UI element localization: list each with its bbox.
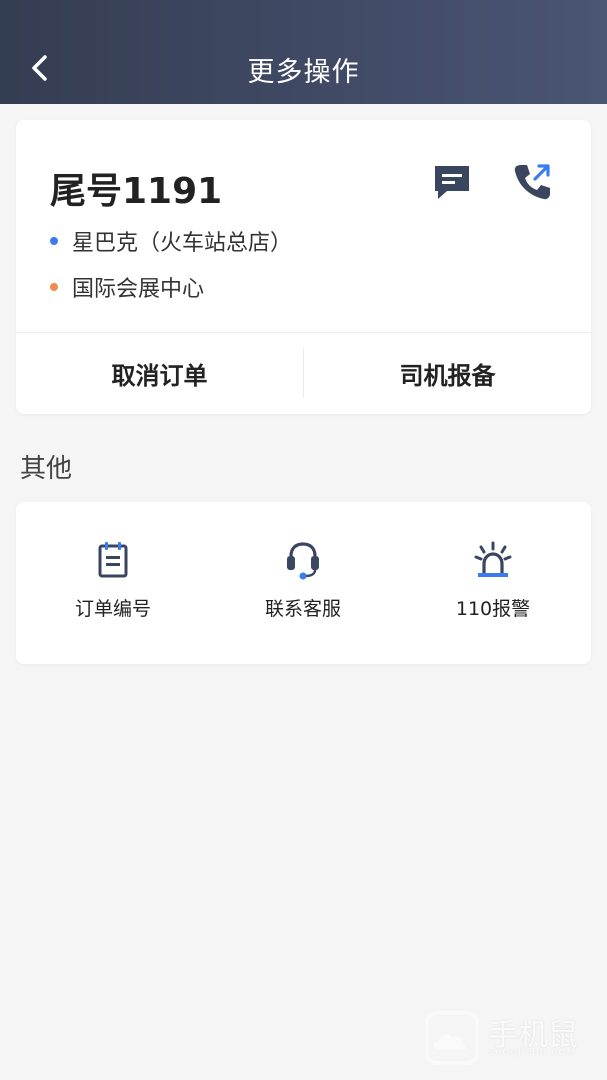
- alarm-icon: [474, 541, 512, 577]
- watermark-subtext: SHOUJISHU.COM: [488, 1048, 576, 1058]
- license-tail-number: 尾号1191: [50, 171, 223, 212]
- order-number-label: 订单编号: [74, 598, 151, 620]
- police-alarm-button[interactable]: 110报警: [398, 540, 588, 630]
- order-number-icon: [98, 542, 128, 578]
- page-title: 更多操作: [247, 57, 360, 88]
- watermark: 手机鼠 SHOUJISHU.COM: [424, 1008, 594, 1068]
- end-location-text: 国际会展中心: [72, 277, 205, 302]
- cancel-order-button[interactable]: 取消订单: [16, 333, 303, 414]
- phone-call-icon[interactable]: [512, 162, 552, 202]
- other-actions-card: 订单编号 联系客服 110报警: [16, 502, 591, 664]
- start-location: 星巴克（火车站总店）: [50, 226, 292, 256]
- message-icon[interactable]: [432, 162, 472, 202]
- driver-report-button[interactable]: 司机报备: [304, 333, 591, 414]
- end-dot: [50, 283, 58, 291]
- order-card: 尾号1191 星巴克（火车站总店） 国际会展中心 取消订单 司机报备: [16, 120, 591, 414]
- contact-service-button[interactable]: 联系客服: [208, 540, 398, 630]
- cloud-logo-icon: [425, 1011, 479, 1065]
- top-navigation-bar: 更多操作: [0, 0, 607, 104]
- start-dot: [50, 237, 58, 245]
- order-number-button[interactable]: 订单编号: [18, 540, 208, 630]
- police-alarm-label: 110报警: [455, 598, 531, 620]
- start-location-text: 星巴克（火车站总店）: [72, 231, 293, 256]
- section-title-other: 其他: [20, 454, 73, 484]
- contact-service-label: 联系客服: [264, 598, 341, 620]
- headset-icon: [287, 542, 319, 580]
- end-location: 国际会展中心: [50, 272, 204, 302]
